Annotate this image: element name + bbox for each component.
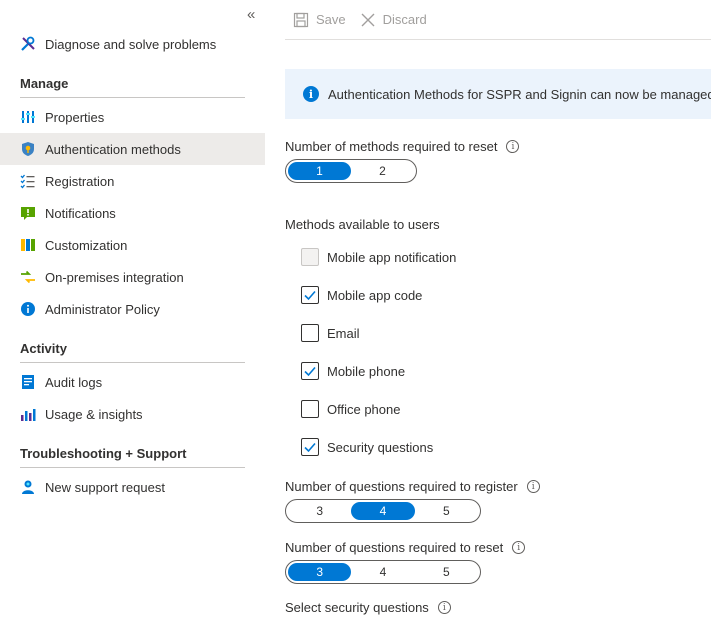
chart-icon [20, 406, 36, 422]
discard-label: Discard [382, 12, 427, 27]
checkbox-mobile-phone[interactable]: Mobile phone [301, 362, 405, 380]
sidebar-item-registration[interactable]: Registration [0, 165, 265, 197]
banner-text: Authentication Methods for SSPR and Sign… [328, 86, 711, 102]
toggle-option-5[interactable]: 5 [415, 502, 478, 520]
questions-register-text: Number of questions required to register [285, 479, 518, 494]
sidebar-item-label: New support request [45, 479, 165, 495]
toggle-option-4[interactable]: 4 [351, 502, 415, 520]
save-button[interactable]: Save [293, 12, 346, 28]
methods-required-toggle[interactable]: 1 2 [285, 159, 417, 183]
sidebar-item-label: Audit logs [45, 374, 103, 390]
info-tooltip-icon[interactable]: i [437, 601, 451, 614]
toggle-option-3[interactable]: 3 [288, 563, 352, 581]
checkmark-icon [304, 290, 316, 301]
command-bar: Save Discard [285, 0, 711, 40]
select-questions-text: Select security questions [285, 600, 429, 615]
checkbox-mobile-app-code[interactable]: Mobile app code [301, 286, 422, 304]
checkbox-mobile-app-notification[interactable]: Mobile app notification [301, 248, 456, 266]
select-questions-label: Select security questions i [285, 600, 451, 615]
checkbox-label: Security questions [327, 439, 434, 455]
checkbox-security-questions[interactable]: Security questions [301, 438, 433, 456]
toggle-option-3[interactable]: 3 [288, 502, 351, 520]
checkbox-box[interactable] [301, 362, 319, 380]
checkbox-box[interactable] [301, 438, 319, 456]
checkbox-email[interactable]: Email [301, 324, 360, 342]
checkbox-label: Email [327, 325, 360, 341]
sidebar-item-label: Notifications [45, 205, 116, 221]
questions-reset-label: Number of questions required to reset i [285, 540, 526, 555]
collapse-sidebar-icon[interactable]: « [247, 6, 255, 23]
save-label: Save [316, 12, 346, 27]
sidebar-item-administrator-policy[interactable]: Administrator Policy [0, 293, 265, 325]
sidebar-item-label: Diagnose and solve problems [45, 36, 217, 52]
close-icon [361, 13, 375, 26]
questions-register-toggle[interactable]: 3 4 5 [285, 499, 481, 523]
toggle-option-5[interactable]: 5 [415, 563, 478, 581]
shield-key-icon [20, 141, 36, 157]
sidebar-item-diagnose[interactable]: Diagnose and solve problems [0, 28, 265, 60]
checkbox-box[interactable] [301, 248, 319, 266]
sidebar-item-audit-logs[interactable]: Audit logs [0, 366, 265, 398]
sidebar-item-label: Authentication methods [45, 141, 181, 157]
info-banner: i Authentication Methods for SSPR and Si… [285, 69, 711, 119]
audit-log-icon [20, 374, 36, 390]
sidebar-item-new-support-request[interactable]: New support request [0, 471, 265, 503]
sidebar-item-label: Usage & insights [45, 406, 143, 422]
checkmark-icon [304, 366, 316, 377]
checklist-icon [20, 173, 36, 189]
checkbox-box[interactable] [301, 400, 319, 418]
methods-available-label: Methods available to users [285, 217, 440, 232]
sidebar-item-usage-insights[interactable]: Usage & insights [0, 398, 265, 430]
toggle-option-2[interactable]: 2 [351, 162, 414, 180]
sidebar-item-customization[interactable]: Customization [0, 229, 265, 261]
sidebar-item-label: Registration [45, 173, 115, 189]
discard-button[interactable]: Discard [360, 12, 427, 28]
sidebar-item-notifications[interactable]: Notifications [0, 197, 265, 229]
methods-required-label: Number of methods required to reset i [285, 139, 520, 154]
sidebar-item-properties[interactable]: Properties [0, 101, 265, 133]
sidebar-item-label: Administrator Policy [45, 301, 160, 317]
wrench-icon [20, 36, 36, 52]
customization-icon [20, 237, 36, 253]
questions-register-label: Number of questions required to register… [285, 479, 540, 494]
checkbox-label: Office phone [327, 401, 401, 417]
questions-reset-text: Number of questions required to reset [285, 540, 504, 555]
section-header-manage: Manage [20, 76, 245, 98]
save-icon [293, 12, 309, 27]
sidebar-item-label: On-premises integration [45, 269, 184, 285]
notification-icon [20, 205, 36, 221]
sync-icon [20, 269, 36, 285]
checkbox-label: Mobile app notification [327, 249, 457, 265]
methods-required-text: Number of methods required to reset [285, 139, 498, 154]
sidebar-item-label: Properties [45, 109, 105, 125]
checkbox-label: Mobile app code [327, 287, 423, 303]
section-header-activity: Activity [20, 341, 245, 363]
checkbox-label: Mobile phone [327, 363, 406, 379]
checkbox-box[interactable] [301, 286, 319, 304]
info-tooltip-icon[interactable]: i [512, 541, 526, 554]
sidebar-item-label: Customization [45, 237, 128, 253]
sidebar-item-authentication-methods[interactable]: Authentication methods [0, 133, 265, 165]
checkmark-icon [304, 442, 316, 453]
toggle-option-1[interactable]: 1 [288, 162, 351, 180]
questions-reset-toggle[interactable]: 3 4 5 [285, 560, 481, 584]
sidebar: « Diagnose and solve problems Manage Pro… [0, 0, 265, 623]
checkbox-box[interactable] [301, 324, 319, 342]
info-icon [20, 301, 36, 317]
checkbox-office-phone[interactable]: Office phone [301, 400, 400, 418]
info-tooltip-icon[interactable]: i [526, 480, 540, 493]
person-support-icon [20, 479, 36, 495]
info-tooltip-icon[interactable]: i [506, 140, 520, 153]
toggle-option-4[interactable]: 4 [351, 563, 414, 581]
info-icon: i [303, 86, 319, 102]
properties-icon [20, 109, 36, 125]
sidebar-item-on-premises-integration[interactable]: On-premises integration [0, 261, 265, 293]
section-header-troubleshooting: Troubleshooting + Support [20, 446, 245, 468]
